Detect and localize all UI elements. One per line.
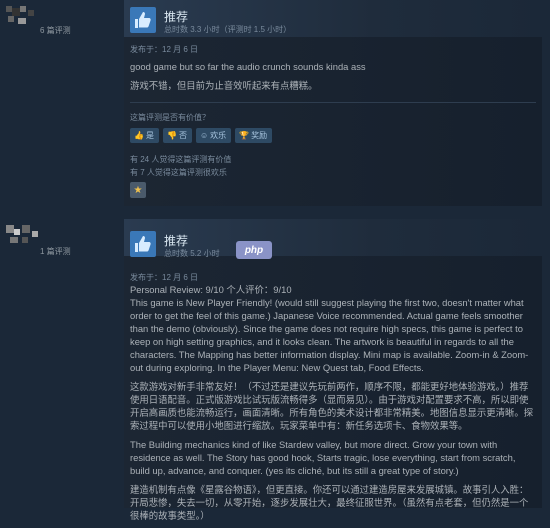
review-2: 1 篇评测 推荐 总时数 5.2 小时 发布于：12 月 6 日 Persona… — [0, 219, 550, 521]
recommendation-title: 推荐 — [164, 10, 189, 24]
review-count[interactable]: 6 篇评测 — [40, 25, 71, 36]
vote-funny-label: 欢乐 — [210, 131, 227, 140]
avatar[interactable] — [6, 225, 40, 245]
recommendation-title: 推荐 — [164, 234, 189, 248]
review-paragraph: 这款游戏对新手非常友好！（不过还是建议先玩前两作，顺序不限，都能更好地体验游戏。… — [130, 381, 534, 431]
thumbs-up-icon — [130, 7, 156, 33]
review-1: 6 篇评测 推荐 总时数 3.3 小时（评测时 1.5 小时） 发布于：12 月… — [0, 0, 550, 206]
vote-no-label: 否 — [178, 131, 187, 140]
posted-date: 发布于：12 月 6 日 — [130, 45, 199, 54]
posted-date: 发布于：12 月 6 日 — [130, 273, 199, 282]
divider — [130, 102, 536, 103]
review-body: good game but so far the audio crunch so… — [130, 60, 536, 98]
vote-header[interactable]: 推荐 总时数 5.2 小时 — [124, 219, 542, 258]
reviewer-panel[interactable]: 6 篇评测 — [0, 0, 120, 206]
review-count[interactable]: 1 篇评测 — [40, 246, 71, 257]
php-watermark-logo: php — [236, 241, 272, 259]
received-award-icon[interactable]: ★ — [130, 182, 146, 198]
review-paragraph: 建造机制有点像《星露谷物语》，但更直接。你还可以通过建造房屋来发展城镇。故事引人… — [130, 484, 529, 521]
review-paragraph: This game is New Player Friendly! (would… — [130, 297, 529, 373]
review-paragraph: Personal Review: 9/10 个人评价：9/10 — [130, 284, 292, 295]
review-card: 推荐 总时数 5.2 小时 发布于：12 月 6 日 Personal Revi… — [124, 219, 542, 521]
thumb-up-icon: 👍 — [134, 131, 144, 140]
helpful-count: 有 24 人觉得这篇评测有价值 — [130, 155, 232, 164]
reviewer-panel[interactable]: 1 篇评测 — [0, 219, 120, 508]
vote-buttons: 👍 是 👎 否 ☺ 欢乐 🏆 奖励 — [130, 128, 273, 143]
vote-no-button[interactable]: 👎 否 — [162, 128, 192, 143]
award-button[interactable]: 🏆 奖励 — [235, 128, 273, 143]
review-paragraph: The Building mechanics kind of like Star… — [130, 439, 516, 476]
watermark-text: php — [244, 244, 264, 256]
vote-funny-button[interactable]: ☺ 欢乐 — [195, 128, 232, 143]
review-body: Personal Review: 9/10 个人评价：9/10 This gam… — [130, 283, 536, 528]
avatar[interactable] — [6, 6, 40, 26]
review-paragraph: good game but so far the audio crunch so… — [130, 61, 366, 72]
playtime-hours: 总时数 3.3 小时（评测时 1.5 小时） — [164, 25, 292, 34]
funny-count: 有 7 人觉得这篇评测很欢乐 — [130, 168, 227, 177]
review-paragraph: 游戏不错，但目前为止音效听起来有点糟糕。 — [130, 80, 318, 91]
playtime-hours: 总时数 5.2 小时 — [164, 249, 220, 258]
thumb-down-icon: 👎 — [166, 131, 177, 140]
vote-yes-button[interactable]: 👍 是 — [130, 128, 159, 143]
vote-yes-label: 是 — [145, 131, 154, 140]
thumbs-up-icon — [130, 231, 156, 257]
vote-header[interactable]: 推荐 总时数 3.3 小时（评测时 1.5 小时） — [124, 0, 542, 37]
smile-icon: ☺ — [199, 131, 209, 140]
helpful-question: 这篇评测是否有价值？ — [130, 113, 210, 122]
award-icon: 🏆 — [239, 131, 250, 140]
review-card: 推荐 总时数 3.3 小时（评测时 1.5 小时） 发布于：12 月 6 日 g… — [124, 0, 542, 206]
award-label: 奖励 — [251, 131, 268, 140]
